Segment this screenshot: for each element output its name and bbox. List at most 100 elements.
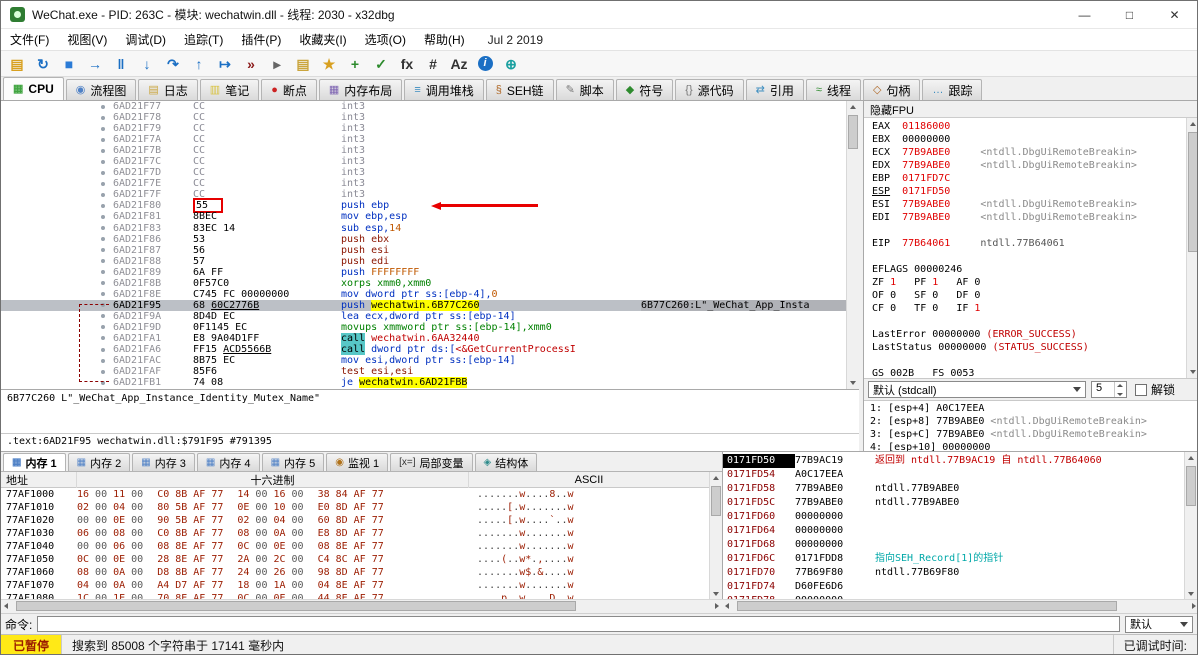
disasm-row[interactable]: 6AD21F77 CC int3 [1, 101, 859, 112]
disasm-row[interactable]: 6AD21F8B 0F57C0 xorps xmm0,xmm0 [1, 278, 859, 289]
favourites-icon[interactable]: ★ [317, 53, 341, 75]
text-references-icon[interactable]: Az [447, 53, 471, 75]
stack-row[interactable]: 0171FD68 00000000 [723, 538, 1186, 552]
register-line[interactable] [872, 354, 1187, 367]
registers-scrollbar[interactable] [1186, 118, 1197, 378]
tab-dump-4[interactable]: ▦ 内存 4 [196, 453, 260, 471]
dump-scrollbar[interactable] [709, 472, 723, 600]
register-line[interactable]: ECX 77B9ABE0 <ntdll.DbgUiRemoteBreakin> [872, 146, 1187, 159]
tab-dump-3[interactable]: ▦ 内存 3 [132, 453, 195, 471]
disasm-row[interactable]: 6AD21F7C CC int3 [1, 156, 859, 167]
tab-script[interactable]: ✎ 脚本 [555, 79, 614, 100]
argument-line[interactable]: 1: [esp+4] A0C17EEA [870, 402, 1197, 415]
stop-icon[interactable]: ■ [57, 53, 81, 75]
dump-hscrollbar[interactable] [1, 599, 722, 613]
dump-row[interactable]: 77AF1020 00 00 0E 00 90 5B AF 77 02 00 04 00 60 8D AF 7… [1, 514, 709, 527]
disasm-row[interactable]: 6AD21F89 6A FF push FFFFFFFF [1, 267, 859, 278]
info-icon[interactable]: i [473, 53, 497, 75]
maximize-button[interactable]: □ [1107, 1, 1152, 28]
register-line[interactable]: LastStatus 00000000 (STATUS_SUCCESS) [872, 341, 1187, 354]
disasm-scrollbar[interactable] [846, 101, 859, 389]
tab-threads[interactable]: ≈ 线程 [805, 79, 861, 100]
disasm-row[interactable]: 6AD21F88 57 push edi [1, 256, 859, 267]
menu-options[interactable]: 选项(O) [356, 29, 415, 50]
disasm-row[interactable]: 6AD21F81 8BEC mov ebp,esp [1, 211, 859, 222]
stack-row[interactable]: 0171FD58 77B9ABE0 ntdll.77B9ABE0 [723, 482, 1186, 496]
minimize-button[interactable]: — [1062, 1, 1107, 28]
disasm-row[interactable]: 6AD21F79 CC int3 [1, 123, 859, 134]
check-icon[interactable]: ✓ [369, 53, 393, 75]
argument-line[interactable]: 3: [esp+C] 77B9ABE0 <ntdll.DbgUiRemoteBr… [870, 428, 1197, 441]
stack-row[interactable]: 0171FD54 A0C17EEA [723, 468, 1186, 482]
disasm-row[interactable]: 6AD21F83 83EC 14 sub esp,14 [1, 223, 859, 234]
menu-trace[interactable]: 追踪(T) [175, 29, 232, 50]
disasm-row[interactable]: 6AD21FAC 8B75 EC mov esi,dword ptr ss:[e… [1, 355, 859, 366]
disasm-row[interactable]: 6AD21FB1 74 08 je wechatwin.6AD21FBB [1, 377, 859, 389]
tab-handles[interactable]: ◇ 句柄 [862, 79, 921, 100]
register-line[interactable]: EBP 0171FD7C [872, 172, 1187, 185]
stack-row[interactable]: 0171FD70 77B69F80 ntdll.77B69F80 [723, 566, 1186, 580]
tab-notes[interactable]: ▥ 笔记 [199, 79, 260, 100]
register-line[interactable]: EFLAGS 00000246 [872, 263, 1187, 276]
register-line[interactable] [872, 250, 1187, 263]
run-to-user-code-icon[interactable]: ↦ [213, 53, 237, 75]
register-line[interactable]: ESI 77B9ABE0 <ntdll.DbgUiRemoteBreakin> [872, 198, 1187, 211]
register-line[interactable]: CF 0 TF 0 IF 1 [872, 302, 1187, 315]
unlock-checkbox[interactable] [1135, 383, 1147, 396]
menu-help[interactable]: 帮助(H) [415, 29, 474, 50]
stack-row[interactable]: 0171FD6C 0171FDD8 指向SEH_Record[1]的指针 [723, 552, 1186, 566]
step-into-icon[interactable]: ↓ [135, 53, 159, 75]
register-line[interactable]: EAX 01186000 [872, 120, 1187, 133]
tab-seh-chain[interactable]: § SEH链 [485, 79, 554, 100]
close-button[interactable]: ✕ [1152, 1, 1197, 28]
tab-trace-view[interactable]: … 跟踪 [922, 79, 983, 100]
menu-favourites[interactable]: 收藏夹(I) [290, 29, 355, 50]
tab-call-stack[interactable]: ≡ 调用堆栈 [404, 79, 484, 100]
disasm-row[interactable]: 6AD21F80 55 push ebp [1, 198, 859, 214]
functions-icon[interactable]: fx [395, 53, 419, 75]
tab-watch-1[interactable]: ◉ 监视 1 [326, 453, 389, 471]
argument-line[interactable]: 2: [esp+8] 77B9ABE0 <ntdll.DbgUiRemoteBr… [870, 415, 1197, 428]
dump-row[interactable]: 77AF1040 00 00 06 00 08 8E AF 77 0C 00 0E 00 08 8E AF 7… [1, 540, 709, 553]
log-icon[interactable]: ▤ [291, 53, 315, 75]
dump-row[interactable]: 77AF1000 16 00 11 00 C0 8B AF 77 14 00 16 00 38 84 AF 7… [1, 488, 709, 501]
register-line[interactable]: LastError 00000000 (ERROR_SUCCESS) [872, 328, 1187, 341]
dump-row[interactable]: 77AF1010 02 00 04 00 80 5B AF 77 0E 00 10 00 E0 8D AF 7… [1, 501, 709, 514]
menu-plugins[interactable]: 插件(P) [232, 29, 290, 50]
register-line[interactable]: EDI 77B9ABE0 <ntdll.DbgUiRemoteBreakin> [872, 211, 1187, 224]
tab-memory-map[interactable]: ▦ 内存布局 [318, 79, 403, 100]
tab-dump-2[interactable]: ▦ 内存 2 [67, 453, 131, 471]
animate-icon[interactable]: » [239, 53, 263, 75]
menu-debug[interactable]: 调试(D) [116, 29, 175, 50]
stack-row[interactable]: 0171FD64 00000000 [723, 524, 1186, 538]
disasm-row[interactable]: 6AD21F7F CC int3 [1, 189, 859, 200]
disasm-row[interactable]: 6AD21FA6 FF15 ACD5566B call dword ptr ds… [1, 344, 859, 356]
trace-over-icon[interactable]: ▸ [265, 53, 289, 75]
execute-till-return-icon[interactable]: ↑ [187, 53, 211, 75]
command-input[interactable] [37, 616, 1120, 632]
dump-row[interactable]: 77AF1030 06 00 08 00 C0 8B AF 77 08 00 0A 00 E8 8D AF 7… [1, 527, 709, 540]
dump-row[interactable]: 77AF1060 08 00 0A 00 D8 8B AF 77 24 00 26 00 98 8D AF 7… [1, 566, 709, 579]
stack-hscrollbar[interactable] [722, 599, 1197, 613]
register-line[interactable]: EDX 77B9ABE0 <ntdll.DbgUiRemoteBreakin> [872, 159, 1187, 172]
menu-file[interactable]: 文件(F) [1, 29, 58, 50]
step-over-icon[interactable]: ↷ [161, 53, 185, 75]
register-line[interactable]: OF 0 SF 0 DF 0 [872, 289, 1187, 302]
stack-row[interactable]: 0171FD50 77B9AC19 返回到 ntdll.77B9AC19 自 n… [723, 454, 1186, 468]
command-script-select[interactable]: 默认 [1125, 615, 1193, 633]
tab-source[interactable]: {} 源代码 [675, 79, 744, 100]
patches-icon[interactable]: + [343, 53, 367, 75]
argument-line[interactable]: 4: [esp+10] 00000000 [870, 441, 1197, 451]
symbols-globe-icon[interactable]: ⊕ [499, 53, 523, 75]
tab-log[interactable]: ▤ 日志 [138, 79, 198, 100]
restart-icon[interactable]: ↻ [31, 53, 55, 75]
tab-symbols[interactable]: ◆ 符号 [615, 79, 674, 100]
disasm-row[interactable]: 6AD21F7D CC int3 [1, 167, 859, 178]
disasm-row[interactable]: 6AD21F7E CC int3 [1, 178, 859, 189]
disasm-row[interactable]: 6AD21F7A CC int3 [1, 134, 859, 145]
calling-convention-select[interactable]: 默认 (stdcall) [868, 381, 1086, 398]
stack-row[interactable]: 0171FD5C 77B9ABE0 ntdll.77B9ABE0 [723, 496, 1186, 510]
stack-row[interactable]: 0171FD60 00000000 [723, 510, 1186, 524]
pause-icon[interactable]: ‖ [109, 53, 133, 75]
menu-view[interactable]: 视图(V) [58, 29, 116, 50]
